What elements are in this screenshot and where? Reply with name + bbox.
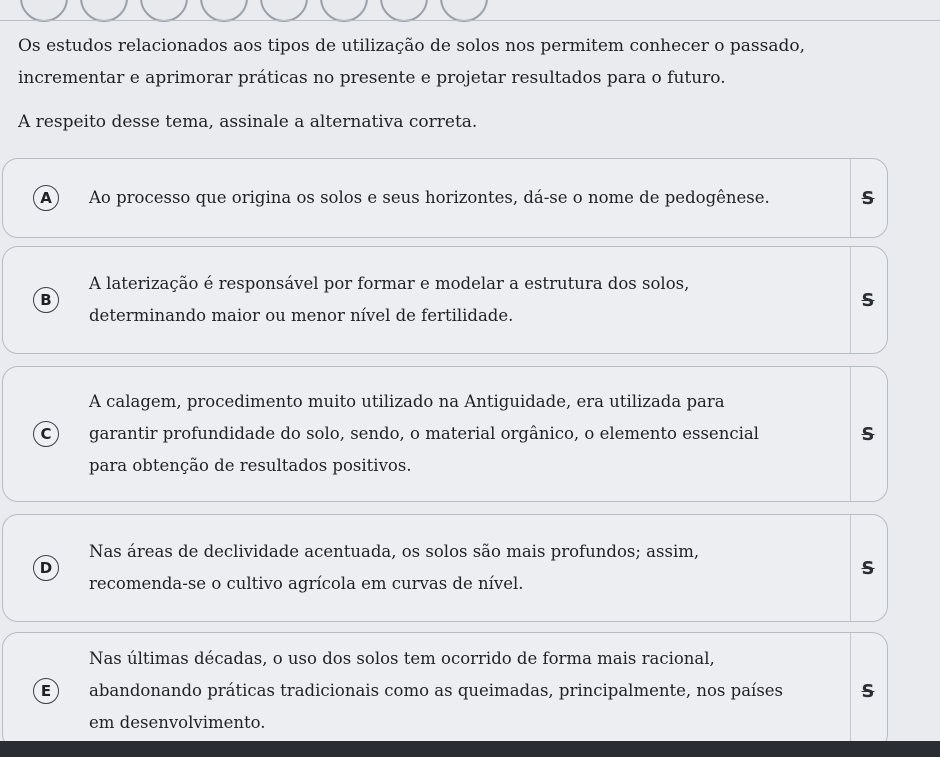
strikethrough-icon[interactable]: S	[857, 557, 879, 579]
alternative-b[interactable]: B A laterização é responsável por formar…	[2, 246, 888, 354]
question-nav-circle[interactable]	[200, 0, 248, 22]
alternative-a[interactable]: A Ao processo que origina os solos e seu…	[2, 158, 888, 238]
bottom-bar	[0, 741, 940, 757]
alternative-letter: B	[33, 287, 59, 313]
divider	[850, 247, 851, 353]
strikethrough-icon[interactable]: S	[857, 289, 879, 311]
divider	[850, 159, 851, 237]
divider	[850, 633, 851, 749]
alternative-letter: A	[33, 185, 59, 211]
divider	[850, 367, 851, 501]
alternative-d[interactable]: D Nas áreas de declividade acentuada, os…	[2, 514, 888, 622]
question-navigation-bar	[0, 0, 940, 22]
strikethrough-icon[interactable]: S	[857, 187, 879, 209]
alternative-text: A laterização é responsável por formar e…	[89, 274, 690, 325]
question-nav-circle[interactable]	[440, 0, 488, 22]
strikethrough-icon[interactable]: S	[857, 680, 879, 702]
alternative-text: A calagem, procedimento muito utilizado …	[89, 392, 759, 475]
alternative-letter: E	[33, 678, 59, 704]
question-statement: Os estudos relacionados aos tipos de uti…	[18, 30, 898, 138]
question-nav-circle[interactable]	[260, 0, 308, 22]
alternative-letter: C	[33, 421, 59, 447]
question-instruction: A respeito desse tema, assinale a altern…	[18, 112, 478, 132]
question-nav-circle[interactable]	[20, 0, 68, 22]
question-nav-circle[interactable]	[380, 0, 428, 22]
alternative-text: Ao processo que origina os solos e seus …	[89, 188, 770, 207]
alternative-c[interactable]: C A calagem, procedimento muito utilizad…	[2, 366, 888, 502]
strikethrough-icon[interactable]: S	[857, 423, 879, 445]
question-nav-circle[interactable]	[80, 0, 128, 22]
alternative-letter: D	[33, 555, 59, 581]
alternative-e[interactable]: E Nas últimas décadas, o uso dos solos t…	[2, 632, 888, 750]
question-nav-circle[interactable]	[140, 0, 188, 22]
nav-divider-line	[0, 20, 940, 21]
alternative-text: Nas últimas décadas, o uso dos solos tem…	[89, 649, 784, 732]
question-paragraph: Os estudos relacionados aos tipos de uti…	[18, 36, 806, 88]
divider	[850, 515, 851, 621]
alternative-text: Nas áreas de declividade acentuada, os s…	[89, 542, 700, 593]
question-nav-circle[interactable]	[320, 0, 368, 22]
